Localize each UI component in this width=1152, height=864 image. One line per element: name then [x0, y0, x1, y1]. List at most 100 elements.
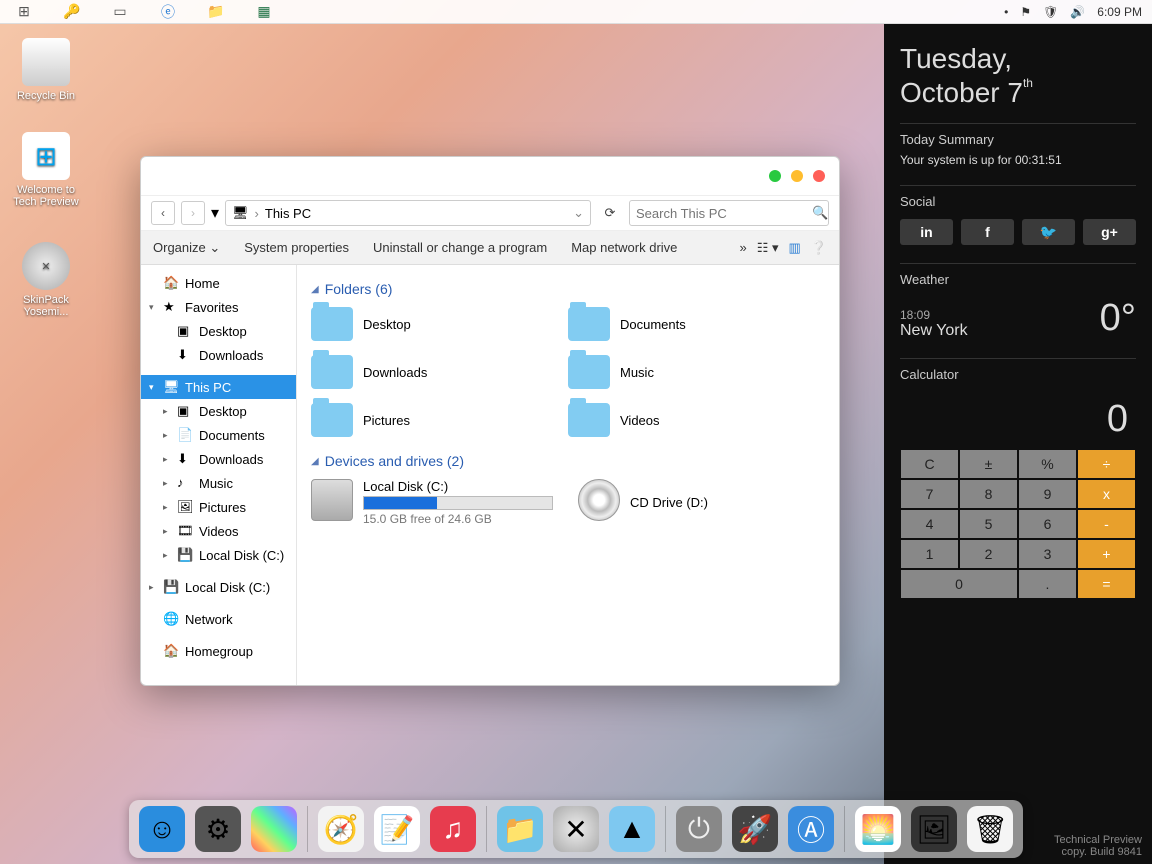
folder-desktop[interactable]: Desktop [311, 307, 568, 341]
folders-section-header[interactable]: ◢Folders (6) [311, 281, 825, 297]
dock-power[interactable]: ⏻ [676, 806, 722, 852]
calc-3[interactable]: 3 [1018, 539, 1077, 569]
sidebar-pc-documents[interactable]: ▸📄Documents [141, 423, 296, 447]
desktop-icon-label: Welcome to Tech Preview [6, 184, 86, 208]
drive-local-c[interactable]: Local Disk (C:) 15.0 GB free of 24.6 GB [311, 479, 558, 526]
calc-plusminus[interactable]: ± [959, 449, 1018, 479]
calc-1[interactable]: 1 [900, 539, 959, 569]
drives-section-header[interactable]: ◢Devices and drives (2) [311, 453, 825, 469]
uninstall-program-button[interactable]: Uninstall or change a program [373, 240, 547, 255]
back-button[interactable]: ‹ [151, 201, 175, 225]
calc-2[interactable]: 2 [959, 539, 1018, 569]
dock-notes[interactable]: 📝 [374, 806, 420, 852]
dock-trash[interactable]: 🗑 [967, 806, 1013, 852]
more-toolbar-icon[interactable]: » [739, 240, 746, 255]
calc-equals[interactable]: = [1077, 569, 1136, 599]
refresh-button[interactable]: ⟳ [597, 200, 623, 226]
dock-gallery[interactable]: 🖼 [911, 806, 957, 852]
dock-gamecenter[interactable] [251, 806, 297, 852]
twitter-button[interactable]: 🐦 [1022, 219, 1075, 245]
welcome-tech-preview[interactable]: ⊞ Welcome to Tech Preview [6, 132, 86, 208]
linkedin-button[interactable]: in [900, 219, 953, 245]
address-bar[interactable]: 🖥 › This PC ⌄ [225, 200, 591, 226]
dock-appstore[interactable]: ▲ [609, 806, 655, 852]
dock-finder[interactable]: ☺ [139, 806, 185, 852]
folder-videos[interactable]: Videos [568, 403, 825, 437]
calc-add[interactable]: + [1077, 539, 1136, 569]
help-icon[interactable]: ❔ [811, 240, 827, 256]
skinpack-yosemite[interactable]: ✕ SkinPack Yosemi... [6, 242, 86, 318]
sidebar: 🏠Home ▾★Favorites ▣Desktop ⬇Downloads ▾🖥… [141, 265, 297, 685]
clock[interactable]: 6:09 PM [1097, 5, 1142, 19]
volume-icon[interactable]: 🔊 [1070, 5, 1085, 19]
search-input[interactable] [636, 206, 812, 221]
sidebar-homegroup[interactable]: 🏠Homegroup [141, 639, 296, 663]
googleplus-button[interactable]: g+ [1083, 219, 1136, 245]
address-dropdown[interactable]: ⌄ [573, 205, 584, 221]
ie-icon[interactable]: ⓔ [144, 0, 192, 23]
preview-pane-icon[interactable]: ▥ [789, 240, 801, 256]
map-network-drive-button[interactable]: Map network drive [571, 240, 677, 255]
dock-itunes[interactable]: ♫ [430, 806, 476, 852]
sidebar-pc-pictures[interactable]: ▸🖼Pictures [141, 495, 296, 519]
dock-settings[interactable]: ⚙ [195, 806, 241, 852]
calc-4[interactable]: 4 [900, 509, 959, 539]
sidebar-pc-desktop[interactable]: ▸▣Desktop [141, 399, 296, 423]
maximize-button[interactable] [791, 170, 803, 182]
organize-menu[interactable]: Organize ⌄ [153, 240, 220, 256]
dock-photos[interactable]: 🌅 [855, 806, 901, 852]
sidebar-this-pc[interactable]: ▾🖥This PC [141, 375, 296, 399]
sidebar-pc-downloads[interactable]: ▸⬇Downloads [141, 447, 296, 471]
taskbar: ⊞ 🔑 ▭ ⓔ 📁 ▦ • ⚑ 🛡 🔊 6:09 PM [0, 0, 1152, 24]
sidebar-fav-desktop[interactable]: ▣Desktop [141, 319, 296, 343]
search-box[interactable]: 🔍 [629, 200, 829, 226]
sidebar-network[interactable]: 🌐Network [141, 607, 296, 631]
sidebar-pc-localdisk[interactable]: ▸💾Local Disk (C:) [141, 543, 296, 567]
calc-5[interactable]: 5 [959, 509, 1018, 539]
dock-folder[interactable]: 📁 [497, 806, 543, 852]
excel-taskbar-icon[interactable]: ▦ [240, 0, 288, 23]
sidebar-pc-videos[interactable]: ▸🎞Videos [141, 519, 296, 543]
view-options-icon[interactable]: ☷ ▾ [757, 240, 779, 256]
close-button[interactable] [813, 170, 825, 182]
calc-percent[interactable]: % [1018, 449, 1077, 479]
calc-clear[interactable]: C [900, 449, 959, 479]
dock-safari[interactable]: 🧭 [318, 806, 364, 852]
notification-dot-icon[interactable]: • [1004, 5, 1008, 19]
explorer-taskbar-icon[interactable]: 📁 [192, 0, 240, 23]
folder-pictures[interactable]: Pictures [311, 403, 568, 437]
sidebar-pc-music[interactable]: ▸♪Music [141, 471, 296, 495]
facebook-button[interactable]: f [961, 219, 1014, 245]
task-view-button[interactable]: ▭ [96, 0, 144, 23]
recycle-bin[interactable]: Recycle Bin [6, 38, 86, 102]
search-button[interactable]: 🔑 [48, 0, 96, 23]
calc-9[interactable]: 9 [1018, 479, 1077, 509]
folder-music[interactable]: Music [568, 355, 825, 389]
calc-divide[interactable]: ÷ [1077, 449, 1136, 479]
system-properties-button[interactable]: System properties [244, 240, 349, 255]
folder-downloads[interactable]: Downloads [311, 355, 568, 389]
calc-multiply[interactable]: x [1077, 479, 1136, 509]
calc-8[interactable]: 8 [959, 479, 1018, 509]
address-location: This PC [265, 206, 311, 221]
sidebar-favorites[interactable]: ▾★Favorites [141, 295, 296, 319]
history-dropdown[interactable]: ▾ [211, 203, 219, 223]
calc-subtract[interactable]: - [1077, 509, 1136, 539]
forward-button[interactable]: › [181, 201, 205, 225]
dock-yosemite[interactable]: ✕ [553, 806, 599, 852]
dock-appstore-2[interactable]: Ⓐ [788, 806, 834, 852]
dock-launchpad[interactable]: 🚀 [732, 806, 778, 852]
flag-icon[interactable]: ⚑ [1020, 5, 1031, 19]
sidebar-home[interactable]: 🏠Home [141, 271, 296, 295]
calc-decimal[interactable]: . [1018, 569, 1077, 599]
minimize-button[interactable] [769, 170, 781, 182]
folder-documents[interactable]: Documents [568, 307, 825, 341]
drive-cd-d[interactable]: CD Drive (D:) [578, 479, 825, 526]
sidebar-localdisk2[interactable]: ▸💾Local Disk (C:) [141, 575, 296, 599]
start-button[interactable]: ⊞ [0, 0, 48, 23]
calc-7[interactable]: 7 [900, 479, 959, 509]
sidebar-fav-downloads[interactable]: ⬇Downloads [141, 343, 296, 367]
calc-0[interactable]: 0 [900, 569, 1018, 599]
calc-6[interactable]: 6 [1018, 509, 1077, 539]
security-icon[interactable]: 🛡 [1043, 5, 1058, 19]
